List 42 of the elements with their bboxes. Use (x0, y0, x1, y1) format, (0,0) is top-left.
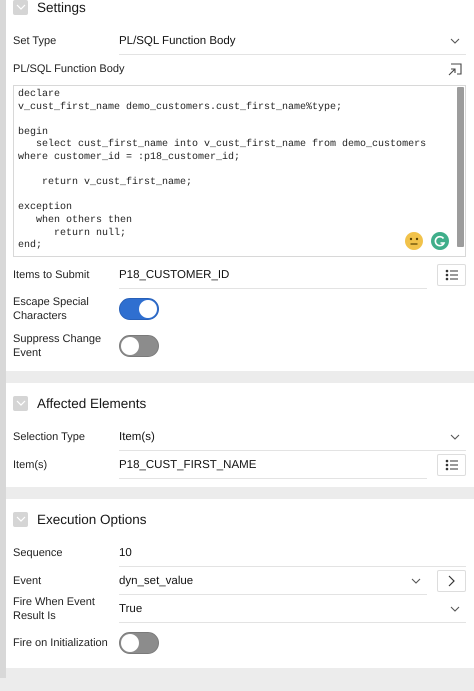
code-editor[interactable]: declare v_cust_first_name demo_customers.cust_first_name%type; begin select cust_first_name into v_cust_first_name from demo_customers where customer_id = :p18_customer_id; return v_cust_first_name; exception when others then return null; end; (13, 85, 466, 257)
chevron-right-icon (448, 575, 455, 587)
field-label: PL/SQL Function Body (13, 62, 124, 76)
toggle-switch[interactable] (119, 632, 159, 654)
go-button[interactable] (437, 570, 466, 592)
list-icon (444, 459, 458, 471)
field-label: Fire on Initialization (13, 636, 109, 650)
section-title: Execution Options (37, 512, 147, 526)
input-field[interactable]: P18_CUST_FIRST_NAME (119, 452, 427, 478)
chevron-down-icon (450, 434, 460, 440)
toggle-switch[interactable] (119, 298, 159, 320)
field-label: Item(s) (13, 458, 48, 472)
chevron-down-icon (411, 578, 421, 584)
field-label: Event (13, 574, 42, 588)
chevron-down-icon (16, 4, 26, 10)
section-title: Settings (37, 0, 86, 14)
refresh-icon (431, 232, 449, 250)
expand-icon (448, 62, 462, 76)
field-label: Sequence (13, 546, 64, 560)
chevron-down-icon (450, 38, 460, 44)
field-label: Set Type (13, 34, 58, 48)
input-field[interactable]: 10 (119, 540, 466, 566)
select-field[interactable]: True (119, 596, 466, 622)
chevron-down-icon (16, 516, 26, 522)
input-field[interactable]: P18_CUSTOMER_ID (119, 262, 427, 288)
neutral-face-icon (405, 232, 423, 250)
select-field[interactable]: PL/SQL Function Body (119, 28, 466, 54)
field-label: Items to Submit (13, 268, 90, 282)
field-label: Escape Special Characters (13, 295, 90, 323)
list-icon (444, 269, 458, 281)
field-label: Fire When Event Result Is (13, 595, 96, 623)
field-label: Selection Type (13, 430, 86, 444)
select-field[interactable]: Item(s) (119, 424, 466, 450)
section-title: Affected Elements (37, 396, 146, 410)
list-button[interactable] (437, 264, 466, 286)
select-field[interactable]: dyn_set_value (119, 568, 427, 594)
chevron-down-icon (450, 606, 460, 612)
chevron-down-icon (16, 400, 26, 406)
field-label: Suppress Change Event (13, 332, 102, 360)
toggle-switch[interactable] (119, 335, 159, 357)
list-button[interactable] (437, 454, 466, 476)
scrollbar[interactable] (457, 87, 464, 247)
